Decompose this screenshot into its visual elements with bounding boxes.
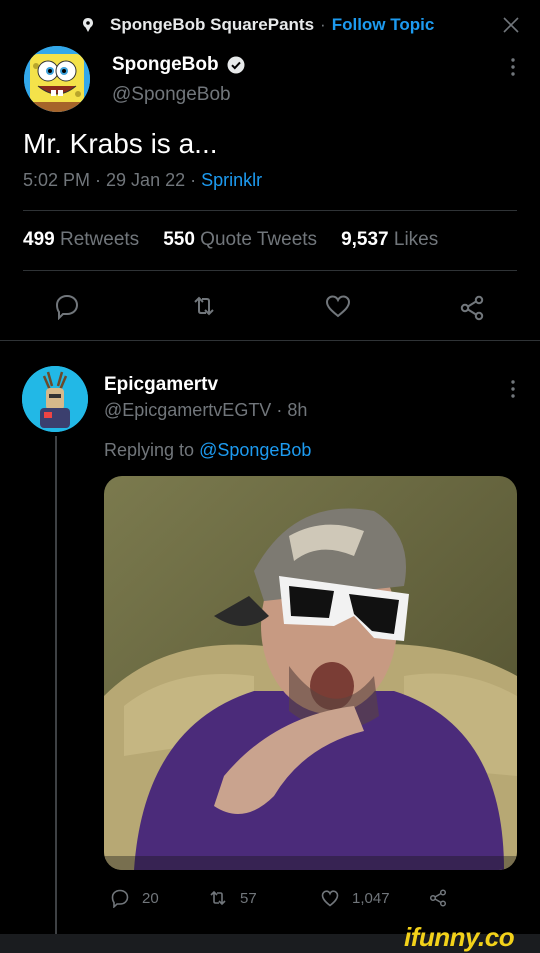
share-icon[interactable] [458, 294, 486, 322]
reply-reply-button[interactable]: 20 [110, 885, 159, 911]
reply-retweet-button[interactable]: 57 [208, 885, 257, 911]
epicgamertv-avatar-image [22, 366, 88, 432]
thread-line [55, 436, 57, 934]
tweet-timestamp[interactable]: 5:02 PM · 29 Jan 22 · [23, 170, 201, 190]
quote-tweets-count: 550 [163, 229, 195, 250]
spongebob-avatar-image [24, 46, 90, 112]
reply-author-handle[interactable]: @EpicgamertvEGTV · 8h [104, 400, 307, 421]
reply-media-image[interactable] [104, 476, 517, 870]
retweets-label: Retweets [59, 229, 140, 250]
author-handle[interactable]: @SpongeBob [112, 84, 231, 106]
follow-topic-button[interactable]: Follow Topic [332, 15, 435, 35]
verified-badge-icon [227, 56, 245, 74]
retweet-icon[interactable] [190, 292, 218, 320]
tweet-source[interactable]: Sprinklr [201, 170, 262, 190]
tweet-meta: 5:02 PM · 29 Jan 22 · Sprinklr [23, 170, 262, 191]
reply-count: 20 [142, 889, 159, 907]
replying-to-prefix: Replying to [104, 440, 200, 460]
likes-label: Likes [393, 229, 439, 250]
author-display-name[interactable]: SpongeBob [112, 54, 219, 76]
topic-name[interactable]: SpongeBob SquarePants [110, 15, 314, 35]
spongebob-avatar[interactable] [24, 46, 90, 112]
retweets-count: 499 [23, 229, 55, 250]
tweet-text: Mr. Krabs is a... [23, 128, 218, 159]
retweet-icon [210, 890, 226, 906]
quote-tweets-stat[interactable]: 550 Quote Tweets [163, 229, 317, 251]
media-photo [104, 476, 517, 870]
reply-like-button[interactable]: 1,047 [320, 885, 390, 911]
reply-share-button[interactable] [428, 885, 460, 911]
engagement-stats: 499 Retweets 550 Quote Tweets 9,537 Like… [23, 229, 462, 251]
replying-to-mention[interactable]: @SpongeBob [199, 440, 311, 460]
reply-author-name[interactable]: Epicgamertv [104, 374, 218, 396]
divider [23, 270, 517, 271]
reply-icon[interactable] [53, 292, 81, 320]
more-icon[interactable] [510, 378, 516, 400]
quote-tweets-label: Quote Tweets [200, 229, 318, 250]
share-icon [429, 889, 447, 907]
divider [23, 210, 517, 211]
topic-separator: · [320, 15, 326, 34]
retweet-count: 57 [240, 889, 257, 907]
replying-to: Replying to @SpongeBob [104, 440, 311, 461]
close-icon[interactable] [500, 14, 522, 36]
topic-pin-icon [83, 18, 93, 32]
retweets-stat[interactable]: 499 Retweets [23, 229, 139, 251]
likes-stat[interactable]: 9,537 Likes [341, 229, 438, 251]
epicgamertv-avatar[interactable] [22, 366, 88, 432]
author-name[interactable]: SpongeBob [112, 54, 245, 76]
divider [0, 340, 540, 341]
reply-icon [111, 889, 129, 908]
likes-count: 9,537 [341, 229, 389, 250]
like-icon [321, 890, 339, 907]
like-icon[interactable] [324, 292, 352, 320]
like-count: 1,047 [352, 889, 390, 907]
more-icon[interactable] [510, 56, 516, 78]
topic-header: SpongeBob SquarePants · Follow Topic [80, 12, 434, 38]
ifunny-watermark: ifunny.co [404, 922, 515, 952]
